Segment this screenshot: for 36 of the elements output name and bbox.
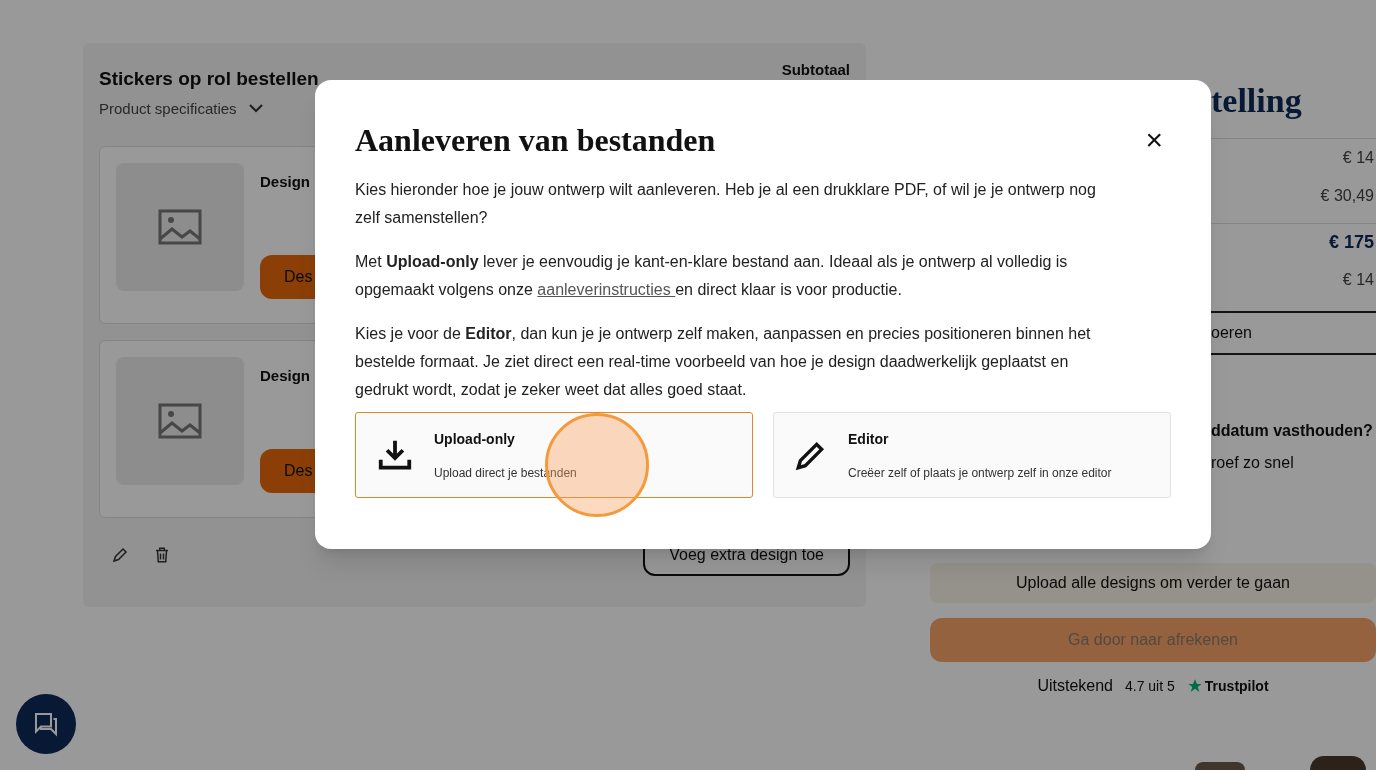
price-value: € 14: [1342, 148, 1374, 168]
discount-toggle[interactable]: oeren: [1211, 321, 1252, 345]
question-text: ddatum vasthouden?: [1211, 421, 1374, 441]
rating-score: 4.7 uit 5: [1125, 676, 1175, 696]
avatar-placeholder: [1195, 762, 1245, 770]
design-label: Design: [260, 366, 310, 386]
chat-button[interactable]: [16, 694, 76, 754]
star-icon: [1186, 678, 1203, 694]
chevron-down-icon: [248, 104, 263, 114]
option-card[interactable]: Editor Creëer zelf of plaats je ontwerp zelf in onze editor: [773, 412, 1171, 498]
pencil-icon[interactable]: [111, 546, 129, 564]
dialog-paragraph: Kies je voor de Editor, dan kun je je ontwerp zelf maken, aanpassen en precies positioneren binnen het bestelde formaat. Je ziet direct een real-time voorbeeld van hoe je design daadwerkelijk geplaatst en gedrukt wordt, zodat je zeker weet dat alles goed staat.: [355, 324, 1092, 400]
option-description: Creëer zelf of plaats je ontwerp zelf in onze editor: [848, 464, 1112, 482]
dialog-title: Aanleveren van bestanden: [355, 121, 716, 160]
option-title: Upload-only: [434, 429, 516, 449]
price-value: € 175: [1328, 231, 1374, 254]
close-button[interactable]: ×: [1145, 125, 1163, 155]
panel-title: Stickers op rol bestellen: [99, 67, 319, 91]
upload-notice: Upload alle designs om verder te gaan: [930, 563, 1376, 603]
instructions-link[interactable]: aanleverinstructies: [537, 281, 676, 298]
option-title: Editor: [848, 429, 890, 449]
image-icon: [158, 403, 202, 439]
rating-label: Uitstekend: [1037, 676, 1113, 696]
dialog-paragraph: Met Upload-only lever je eenvoudig je kant-en-klare bestand aan. Ideaal als je ontwerp al volledig is opgemaakt volgens onze aanleverinstructies en direct klaar is voor productie.: [355, 252, 1069, 300]
summary-heading: telling: [1211, 81, 1303, 121]
avatar-placeholder: [1310, 756, 1366, 770]
subtotal-label: Subtotaal: [781, 60, 850, 80]
trash-icon[interactable]: [153, 546, 171, 564]
answer-text: roef zo snel: [1211, 453, 1295, 473]
image-icon: [158, 209, 202, 245]
design-label: Design: [260, 172, 310, 192]
price-value: € 30,49: [1320, 186, 1374, 206]
specs-toggle[interactable]: Product specificaties: [99, 97, 319, 120]
price-value: € 14: [1342, 270, 1374, 290]
dialog-paragraph: Kies hieronder hoe je jouw ontwerp wilt aanleveren. Heb je al een drukklare PDF, of wil je je ontwerp nog zelf samenstellen?: [355, 180, 1097, 228]
trustpilot-logo: Trustpilot: [1204, 676, 1269, 696]
